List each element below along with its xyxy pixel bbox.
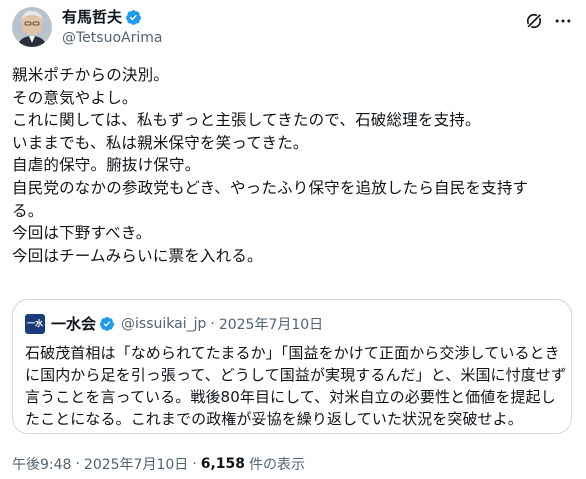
grok-icon[interactable] xyxy=(524,11,544,31)
avatar[interactable] xyxy=(12,7,52,47)
tweet-line: 親米ポチからの決別。 xyxy=(12,66,170,84)
quoted-tweet[interactable]: 一水 一水会 @issuikai_jp · 2025年7月10日 石破茂首相は「… xyxy=(12,299,572,434)
tweet-line: 自民党のなかの参政党もどき、やったふり保守を追放したら自民を支持す xyxy=(12,178,529,197)
verified-badge-icon xyxy=(126,10,141,25)
quoted-tweet-text: 石破茂首相は「なめられてたまるか」「国益をかけて正面から交渉しているとき に国内… xyxy=(25,342,567,430)
quoted-separator: · xyxy=(210,315,215,332)
author-display-name[interactable]: 有馬哲夫 xyxy=(62,8,122,27)
tweet-line: その意気やよし。 xyxy=(12,88,138,107)
tweet-header: 有馬哲夫 @TetsuoArima xyxy=(12,7,574,49)
tweet-line: る。 xyxy=(12,201,44,220)
quoted-line: 石破茂首相は「なめられてたまるか」「国益をかけて正面から交渉しているとき xyxy=(25,344,560,362)
quoted-handle[interactable]: @issuikai_jp xyxy=(121,316,206,332)
tweet-time[interactable]: 午後9:48 xyxy=(12,454,71,474)
quoted-tweet-header: 一水 一水会 @issuikai_jp · 2025年7月10日 xyxy=(25,313,323,334)
more-icon[interactable] xyxy=(552,11,574,31)
quoted-date[interactable]: 2025年7月10日 xyxy=(219,314,323,334)
tweet-text: 親米ポチからの決別。 その意気やよし。 これに関しては、私もずっと主張してきたの… xyxy=(12,64,574,267)
author-name-row: 有馬哲夫 xyxy=(62,8,142,27)
tweet-line: 自虐的保守。腑抜け保守。 xyxy=(12,156,201,175)
tweet-date[interactable]: 2025年7月10日 xyxy=(84,454,188,474)
tweet-footer: 午後9:48 · 2025年7月10日 · 6,158 件の表示 xyxy=(12,454,305,474)
tweet-line: 今回は下野すべき。 xyxy=(12,224,152,243)
tweet-line: これに関しては、私もずっと主張してきたので、石破総理を支持。 xyxy=(12,111,481,130)
footer-separator: · xyxy=(192,456,197,472)
quoted-logo-text: 一水 xyxy=(27,318,43,328)
verified-badge-icon xyxy=(100,316,115,331)
quoted-line: に国内から足を引っ張って、どうして国益が実現するんだ」と、米国に忖度せず xyxy=(25,366,567,384)
quoted-display-name[interactable]: 一水会 xyxy=(51,313,96,334)
tweet-line: 今回はチームみらいに票を入れる。 xyxy=(12,246,263,265)
quoted-line: たことになる。これまでの政権が妥協を繰り返していた状況を突破せよ。 xyxy=(25,410,523,428)
author-handle[interactable]: @TetsuoArima xyxy=(62,29,162,47)
tweet-line: いままでも、私は親米保守を笑ってきた。 xyxy=(12,133,309,152)
quoted-account-logo[interactable]: 一水 xyxy=(25,313,45,334)
view-count-label: 件の表示 xyxy=(249,457,306,473)
footer-separator: · xyxy=(75,456,80,472)
quoted-line: 言うことを言っている。戦後80年目にして、対米自立の必要性と価値を提起し xyxy=(25,388,556,406)
view-count: 6,158 xyxy=(200,456,246,472)
